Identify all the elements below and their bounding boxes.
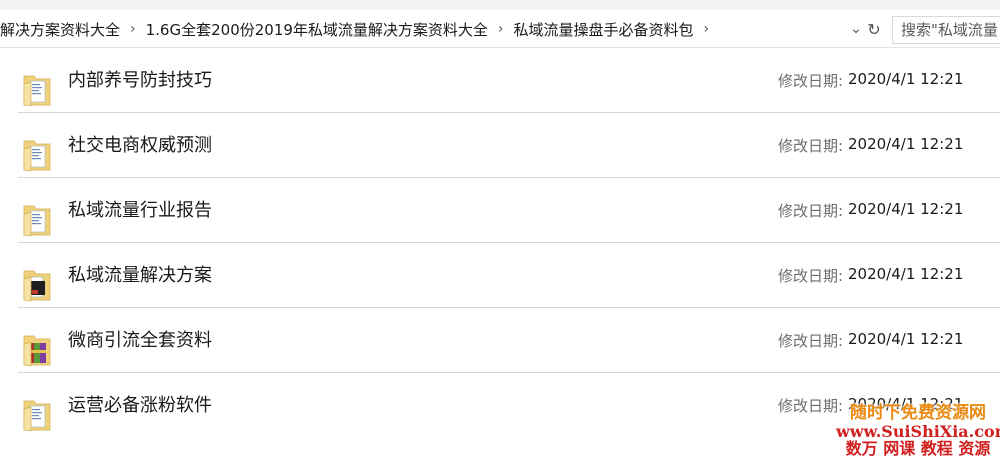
file-list: 内部养号防封技巧 修改日期: 2020/4/1 12:21 社交电商权威预测 修改日期:…: [0, 48, 1000, 438]
folder-document-icon[interactable]: [22, 135, 52, 173]
file-row[interactable]: 内部养号防封技巧 修改日期: 2020/4/1 12:21: [0, 48, 1000, 113]
watermark-line: www.SuiShiXia.com: [836, 421, 1000, 441]
file-name[interactable]: 内部养号防封技巧: [68, 66, 212, 92]
file-name[interactable]: 微商引流全套资料: [68, 326, 212, 352]
breadcrumb-chevron-icon[interactable]: ›: [124, 21, 142, 37]
modified-date-value: 2020/4/1 12:21: [848, 265, 964, 283]
file-name[interactable]: 私域流量解决方案: [68, 261, 212, 287]
modified-date-label: 修改日期:: [778, 137, 844, 155]
file-row[interactable]: 社交电商权威预测 修改日期: 2020/4/1 12:21: [0, 113, 1000, 178]
address-bar: 解决方案资料大全 › 1.6G全套200份2019年私域流量解决方案资料大全 ›…: [0, 10, 1000, 48]
modified-date-value: 2020/4/1 12:21: [848, 70, 964, 88]
breadcrumb-item[interactable]: 1.6G全套200份2019年私域流量解决方案资料大全: [142, 19, 492, 40]
address-dropdown-icon[interactable]: ⌄: [846, 19, 866, 39]
breadcrumb-item[interactable]: 私域流量操盘手必备资料包: [510, 19, 698, 40]
top-strip: [0, 0, 1000, 10]
watermark: 随时下免费资源网 www.SuiShiXia.com 数万 网课 教程 资源: [836, 404, 1000, 458]
modified-date-label: 修改日期:: [778, 332, 844, 350]
breadcrumb-item[interactable]: 解决方案资料大全: [0, 19, 124, 40]
folder-document-icon[interactable]: [22, 395, 52, 433]
file-name[interactable]: 社交电商权威预测: [68, 131, 212, 157]
watermark-line: 随时下免费资源网: [850, 403, 986, 423]
folder-dark-document-icon[interactable]: [22, 265, 52, 303]
modified-date-value: 2020/4/1 12:21: [848, 200, 964, 218]
refresh-icon[interactable]: ↻: [864, 19, 884, 39]
file-row[interactable]: 私域流量解决方案 修改日期: 2020/4/1 12:21: [0, 243, 1000, 308]
modified-date-label: 修改日期:: [778, 202, 844, 220]
modified-date-value: 2020/4/1 12:21: [848, 135, 964, 153]
modified-date-label: 修改日期:: [778, 267, 844, 285]
file-row[interactable]: 私域流量行业报告 修改日期: 2020/4/1 12:21: [0, 178, 1000, 243]
file-row[interactable]: 微商引流全套资料 修改日期: 2020/4/1 12:21: [0, 308, 1000, 373]
folder-document-icon[interactable]: [22, 70, 52, 108]
breadcrumb: 解决方案资料大全 › 1.6G全套200份2019年私域流量解决方案资料大全 ›…: [0, 10, 842, 48]
modified-date-value: 2020/4/1 12:21: [848, 330, 964, 348]
breadcrumb-chevron-icon[interactable]: ›: [492, 21, 510, 37]
folder-archive-icon[interactable]: [22, 330, 52, 368]
file-name[interactable]: 私域流量行业报告: [68, 196, 212, 222]
modified-date-label: 修改日期:: [778, 72, 844, 90]
search-box[interactable]: [892, 16, 1000, 44]
watermark-line: 数万 网课 教程 资源: [845, 439, 991, 459]
breadcrumb-chevron-icon[interactable]: ›: [698, 21, 716, 37]
file-name[interactable]: 运营必备涨粉软件: [68, 391, 212, 417]
folder-document-icon[interactable]: [22, 200, 52, 238]
search-input[interactable]: [893, 17, 1000, 43]
modified-date-label: 修改日期:: [778, 397, 844, 415]
